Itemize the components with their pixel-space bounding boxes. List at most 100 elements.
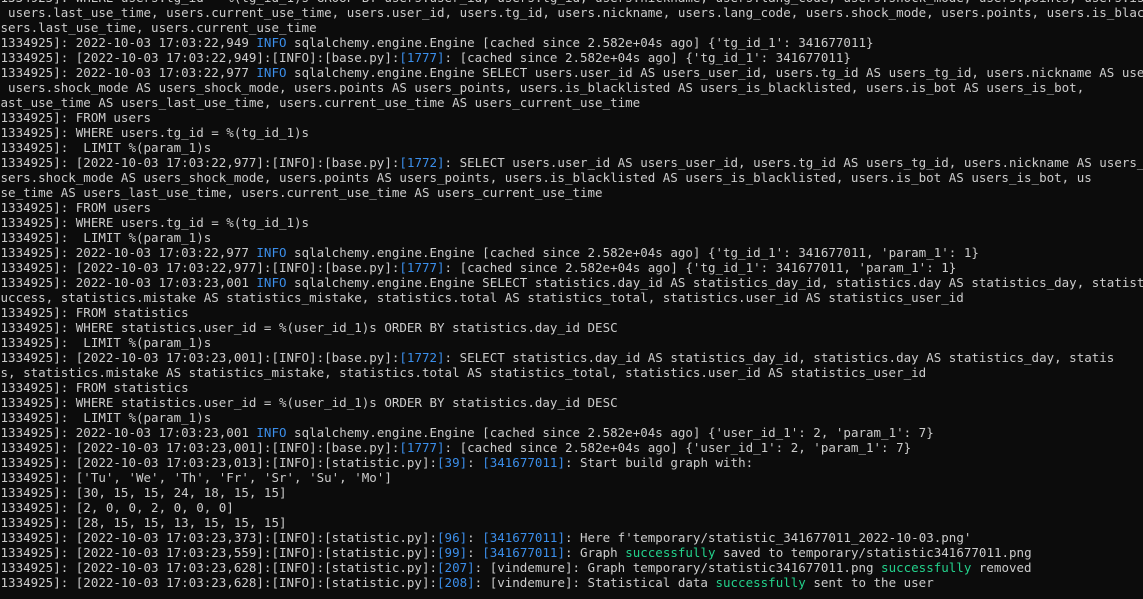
- log-text: sqlalchemy.engine.Engine [cached since 2…: [286, 425, 934, 440]
- log-line: users.shock_mode AS users_shock_mode, us…: [0, 170, 1143, 185]
- log-line: users.last_use_time, users.current_use_t…: [0, 5, 1143, 20]
- log-text: [1334925]: 2022-10-03 17:03:22,949: [0, 35, 257, 50]
- log-line: [1334925]: FROM users: [0, 110, 1143, 125]
- log-text: [1334925]: LIMIT %(param_1)s: [0, 230, 212, 245]
- log-line: [1334925]: LIMIT %(param_1)s: [0, 230, 1143, 245]
- log-line: [1334925]: [2022-10-03 17:03:23,628]:[IN…: [0, 575, 1143, 590]
- log-line: [1334925]: ['Tu', 'We', 'Th', 'Fr', 'Sr'…: [0, 470, 1143, 485]
- log-text: [1334925]: [2022-10-03 17:03:23,628]:[IN…: [0, 575, 438, 590]
- log-text: [1334925]: [2022-10-03 17:03:23,001]:[IN…: [0, 350, 400, 365]
- log-highlight: [1772]: [399, 350, 445, 365]
- log-text: : [cached since 2.582e+04s ago] {'user_i…: [444, 440, 912, 455]
- log-text: [1334925]: WHERE statistics.user_id = %(…: [0, 320, 618, 335]
- log-text: [1334925]: FROM statistics: [0, 305, 189, 320]
- log-highlight: [1772]: [399, 155, 445, 170]
- log-line: [1334925]: [2022-10-03 17:03:22,949]:[IN…: [0, 50, 1143, 65]
- log-text: : SELECT users.user_id AS users_user_id,…: [444, 155, 1143, 170]
- log-text: : [vindemure]: Graph temporary/statistic…: [474, 560, 882, 575]
- log-text: : [cached since 2.582e+04s ago] {'tg_id_…: [444, 260, 957, 275]
- log-highlight: INFO: [256, 245, 287, 260]
- log-line: [1334925]: WHERE users.tg_id = %(tg_id_1…: [0, 125, 1143, 140]
- log-line: [1334925]: [2022-10-03 17:03:23,559]:[IN…: [0, 545, 1143, 560]
- log-text: :: [467, 545, 483, 560]
- log-text: sqlalchemy.engine.Engine [cached since 2…: [286, 245, 979, 260]
- log-line: users.last_use_time, users.current_use_t…: [0, 20, 1143, 35]
- log-text: :: [467, 455, 483, 470]
- log-line: last_use_time AS users_last_use_time, us…: [0, 95, 1143, 110]
- log-text: [1334925]: [2022-10-03 17:03:22,949]:[IN…: [0, 50, 400, 65]
- log-line: [1334925]: 2022-10-03 17:03:23,001 INFO …: [0, 425, 1143, 440]
- log-text: : SELECT statistics.day_id AS statistics…: [444, 350, 1115, 365]
- log-text: [1334925]: FROM users: [0, 110, 152, 125]
- log-text: [1334925]: 2022-10-03 17:03:23,001: [0, 275, 257, 290]
- log-highlight: INFO: [256, 65, 287, 80]
- log-text: [1334925]: 2022-10-03 17:03:22,977: [0, 245, 257, 260]
- log-text: [1334925]: LIMIT %(param_1)s: [0, 335, 212, 350]
- log-text: [1334925]: [2022-10-03 17:03:23,013]:[IN…: [0, 455, 438, 470]
- log-highlight: [1777]: [399, 50, 445, 65]
- log-success-word: successfully: [625, 545, 716, 560]
- log-highlight: [208]: [437, 575, 475, 590]
- log-text: [1334925]: [2022-10-03 17:03:23,628]:[IN…: [0, 560, 438, 575]
- log-text: sent to the user: [805, 575, 934, 590]
- log-line: [1334925]: FROM statistics: [0, 380, 1143, 395]
- log-success-word: successfully: [881, 560, 972, 575]
- log-highlight: [96]: [437, 530, 468, 545]
- log-text: : Graph: [564, 545, 626, 560]
- log-text: : Start build graph with:: [564, 455, 754, 470]
- log-line: ss, statistics.mistake AS statistics_mis…: [0, 365, 1143, 380]
- log-text: [1334925]: 2022-10-03 17:03:22,977: [0, 65, 257, 80]
- log-highlight: INFO: [256, 425, 287, 440]
- log-text: [1334925]: [2022-10-03 17:03:22,977]:[IN…: [0, 260, 400, 275]
- log-highlight: [341677011]: [482, 545, 565, 560]
- log-highlight: [1777]: [399, 440, 445, 455]
- log-text: [1334925]: WHERE statistics.user_id = %(…: [0, 395, 618, 410]
- log-highlight: [207]: [437, 560, 475, 575]
- log-line: success, statistics.mistake AS statistic…: [0, 290, 1143, 305]
- log-text: [1334925]: 2022-10-03 17:03:23,001: [0, 425, 257, 440]
- log-line: [1334925]: FROM statistics: [0, 305, 1143, 320]
- log-text: [1334925]: [2022-10-03 17:03:23,559]:[IN…: [0, 545, 438, 560]
- log-text: sqlalchemy.engine.Engine SELECT users.us…: [286, 65, 1143, 80]
- log-highlight: [341677011]: [482, 455, 565, 470]
- log-line: use_time AS users_last_use_time, users.c…: [0, 185, 1143, 200]
- log-text: :: [467, 530, 483, 545]
- log-text: [1334925]: [30, 15, 15, 24, 18, 15, 15]: [0, 485, 287, 500]
- log-line: [1334925]: [30, 15, 15, 24, 18, 15, 15]: [0, 485, 1143, 500]
- log-output: [1334925]: WHERE users.tg_id = %(tg_id_1…: [0, 0, 1143, 590]
- log-line: [1334925]: 2022-10-03 17:03:22,977 INFO …: [0, 65, 1143, 80]
- log-success-word: successfully: [715, 575, 806, 590]
- log-text: use_time AS users_last_use_time, users.c…: [0, 185, 603, 200]
- log-text: [1334925]: WHERE users.tg_id = %(tg_id_1…: [0, 125, 310, 140]
- log-line: [1334925]: LIMIT %(param_1)s: [0, 410, 1143, 425]
- log-text: [1334925]: [2, 0, 0, 2, 0, 0, 0]: [0, 500, 234, 515]
- log-text: : Here f'temporary/statistic_341677011_2…: [564, 530, 972, 545]
- log-line: [1334925]: [2022-10-03 17:03:23,013]:[IN…: [0, 455, 1143, 470]
- log-highlight: [99]: [437, 545, 468, 560]
- log-text: [1334925]: FROM statistics: [0, 380, 189, 395]
- log-highlight: INFO: [256, 35, 287, 50]
- log-text: [1334925]: LIMIT %(param_1)s: [0, 140, 212, 155]
- log-text: [1334925]: [2022-10-03 17:03:23,001]:[IN…: [0, 440, 400, 455]
- log-text: users.last_use_time, users.current_use_t…: [0, 5, 1143, 20]
- log-text: success, statistics.mistake AS statistic…: [0, 290, 964, 305]
- log-line: [1334925]: [2022-10-03 17:03:23,001]:[IN…: [0, 440, 1143, 455]
- log-highlight: [341677011]: [482, 530, 565, 545]
- log-text: : [vindemure]: Statistical data: [474, 575, 716, 590]
- log-text: [1334925]: [28, 15, 15, 13, 15, 15, 15]: [0, 515, 287, 530]
- log-highlight: [39]: [437, 455, 468, 470]
- terminal-window[interactable]: [1334925]: WHERE users.tg_id = %(tg_id_1…: [0, 0, 1143, 599]
- log-text: saved to temporary/statistic341677011.pn…: [715, 545, 1032, 560]
- log-line: [1334925]: 2022-10-03 17:03:22,949 INFO …: [0, 35, 1143, 50]
- log-line: [1334925]: [28, 15, 15, 13, 15, 15, 15]: [0, 515, 1143, 530]
- log-text: users.shock_mode AS users_shock_mode, us…: [0, 170, 1092, 185]
- log-highlight: INFO: [256, 275, 287, 290]
- log-line: [1334925]: [2022-10-03 17:03:22,977]:[IN…: [0, 155, 1143, 170]
- log-line: [1334925]: 2022-10-03 17:03:22,977 INFO …: [0, 245, 1143, 260]
- log-text: [1334925]: WHERE users.tg_id = %(tg_id_1…: [0, 215, 310, 230]
- log-line: [1334925]: LIMIT %(param_1)s: [0, 335, 1143, 350]
- log-line: [1334925]: [2022-10-03 17:03:23,001]:[IN…: [0, 350, 1143, 365]
- log-text: [1334925]: [2022-10-03 17:03:22,977]:[IN…: [0, 155, 400, 170]
- log-text: [1334925]: ['Tu', 'We', 'Th', 'Fr', 'Sr'…: [0, 470, 392, 485]
- log-text: sqlalchemy.engine.Engine [cached since 2…: [286, 35, 874, 50]
